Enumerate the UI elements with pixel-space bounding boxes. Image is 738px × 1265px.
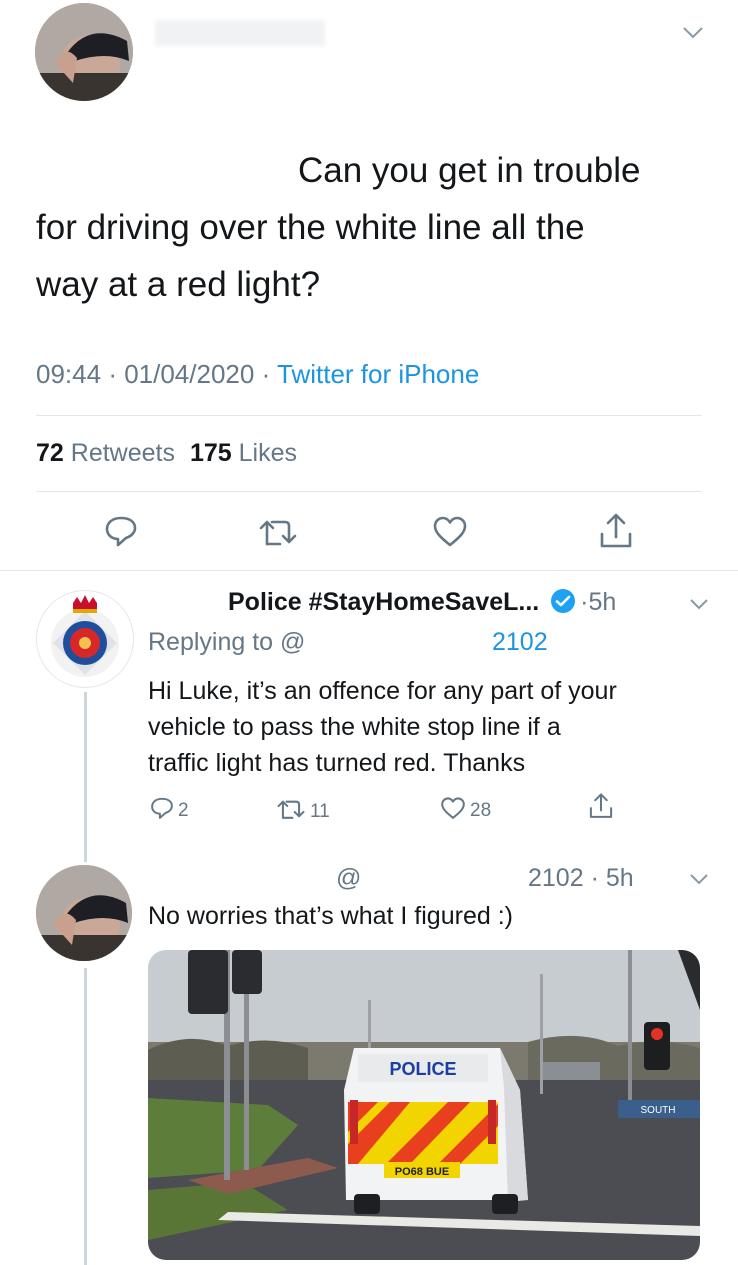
chevron-down-icon[interactable] (682, 26, 704, 40)
share-icon[interactable] (588, 792, 614, 825)
reply-author-name[interactable]: Police #StayHomeSaveL... (228, 588, 539, 616)
meta-separator: · (580, 588, 589, 616)
reply2-handle-suffix: 2102 · 5h (528, 864, 634, 893)
user-avatar-photo (36, 865, 132, 961)
retweets-stat[interactable]: 72 Retweets (36, 439, 182, 467)
reply2-handle-at[interactable]: @ (336, 864, 361, 893)
share-icon[interactable] (598, 512, 634, 550)
user-avatar[interactable] (35, 3, 133, 101)
reply-count: 2 (178, 799, 189, 821)
road-sign-text: SOUTH (641, 1105, 676, 1116)
reply2-time: 5h (605, 864, 634, 892)
reply-icon (150, 796, 174, 825)
reply2-header: @ 2102 · 5h (148, 864, 648, 894)
verified-badge-icon (550, 588, 576, 619)
reply-action-like[interactable]: 28 (440, 797, 491, 825)
meta-separator: · (261, 359, 277, 389)
retweet-icon (276, 798, 306, 825)
reply2-text: No worries that’s what I figured :) (148, 902, 513, 930)
replying-to-prefix: Replying to @ (148, 628, 306, 656)
reply-text-line-3: traffic light has turned red. Thanks (148, 749, 526, 777)
tweet-date: 01/04/2020 (124, 359, 255, 389)
police-avatar[interactable] (36, 590, 134, 688)
replying-to-handle[interactable]: 2102 (492, 628, 548, 657)
like-count: 28 (470, 800, 492, 821)
meta-separator: · (108, 359, 125, 389)
reply-header: Police #StayHomeSaveL... ·5h (228, 588, 616, 619)
police-van-photo: POLICE PO68 BUE SOUTH (148, 950, 700, 1260)
chevron-down-icon[interactable] (689, 598, 709, 610)
divider (36, 415, 702, 416)
reply-text-line-1: Hi Luke, it’s an offence for any part of… (148, 677, 617, 705)
retweet-icon[interactable] (258, 517, 298, 547)
like-icon[interactable] (432, 516, 468, 548)
tweet-stats: 72 Retweets 175 Likes (36, 439, 297, 468)
user-display-name-redacted (155, 20, 325, 46)
reply2-handle-end: 2102 (528, 864, 584, 892)
retweets-count: 72 (36, 439, 64, 467)
reply-action-retweet[interactable]: 11 (276, 798, 330, 825)
likes-label: Likes (238, 439, 297, 467)
reply-time: 5h (588, 588, 617, 616)
thread-connector (84, 968, 87, 1265)
tweet-text-line-2: for driving over the white line all the (36, 208, 585, 247)
tweet-text-line-3: way at a red light? (36, 265, 321, 304)
retweet-count: 11 (310, 800, 330, 822)
van-number-plate: PO68 BUE (395, 1166, 449, 1178)
divider (36, 491, 702, 492)
section-divider (0, 570, 738, 571)
reply-icon[interactable] (104, 514, 138, 548)
meta-separator: · (583, 864, 606, 892)
likes-stat[interactable]: 175 Likes (190, 439, 297, 467)
attached-photo[interactable]: POLICE PO68 BUE SOUTH (148, 950, 700, 1260)
tweet-source-link[interactable]: Twitter for iPhone (277, 359, 479, 389)
replying-to: Replying to @ 2102 (148, 628, 568, 657)
retweets-label: Retweets (70, 439, 175, 467)
van-police-lettering: POLICE (389, 1059, 456, 1079)
tweet-text-line-1: Can you get in trouble (298, 151, 641, 190)
tweet-meta: 09:44 · 01/04/2020 · Twitter for iPhone (36, 359, 479, 390)
chevron-down-icon[interactable] (689, 873, 709, 885)
thread-connector (84, 692, 87, 862)
reply-text-line-2: vehicle to pass the white stop line if a (148, 713, 561, 741)
police-crest-logo (51, 595, 119, 677)
reply-actions: 2 11 28 (150, 793, 620, 826)
like-icon (440, 797, 466, 825)
tweet-time: 09:44 (36, 359, 102, 389)
reply-action-reply[interactable]: 2 (150, 796, 189, 825)
user-avatar[interactable] (36, 865, 132, 961)
likes-count: 175 (189, 439, 232, 467)
user-avatar-photo (35, 3, 133, 101)
